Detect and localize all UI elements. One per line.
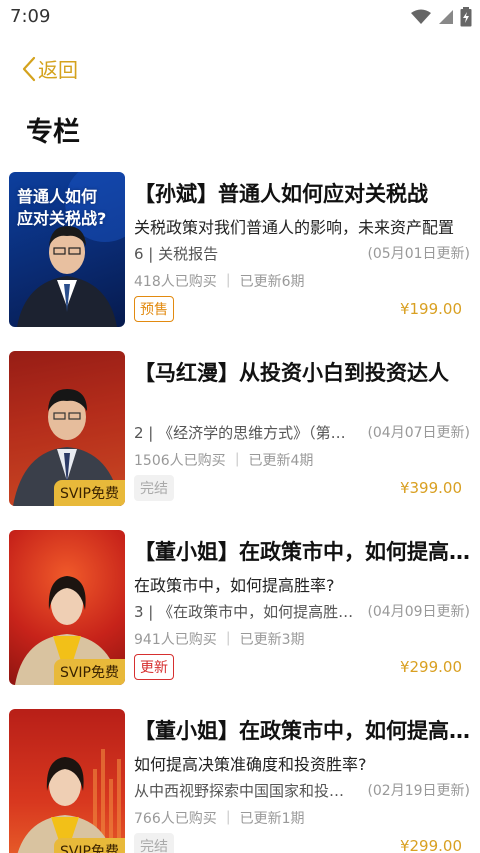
course-subtitle: 关税政策对我们普通人的影响，未来资产配置: [134, 218, 455, 237]
status-badge: 完结: [134, 475, 174, 501]
course-latest: 6 | 关税报告: [134, 245, 219, 263]
course-cover: 普通人如何 应对关税战?: [9, 172, 125, 327]
course-title: 【孙斌】普通人如何应对关税战: [134, 182, 428, 206]
course-update-date: (05月01日更新): [367, 246, 470, 262]
course-title: 【马红漫】从投资小白到投资达人: [134, 361, 449, 385]
battery-icon: [460, 7, 472, 27]
back-label: 返回: [38, 58, 78, 82]
course-card[interactable]: SVIP免费 【马红漫】从投资小白到投资达人 2 | 《经济学的思维方式》（第十…: [0, 349, 480, 528]
course-update-date: (04月07日更新): [367, 425, 470, 441]
svip-free-tag: SVIP免费: [53, 838, 125, 853]
course-card[interactable]: SVIP免费 【董小姐】在政策市中，如何提高胜率 在政策市中，如何提高胜率? 3…: [0, 528, 480, 707]
course-card[interactable]: SVIP免费 【董小姐】在政策市中，如何提高决策准确度 如何提高决策准确度和投资…: [0, 707, 480, 853]
course-latest: 3 | 《在政策市中，如何提高胜率》: [134, 603, 354, 621]
chevron-left-icon: [22, 56, 36, 81]
status-bar: 7:09: [0, 0, 480, 34]
course-subtitle: 如何提高决策准确度和投资胜率?: [134, 755, 367, 774]
course-price: ¥199.00: [399, 300, 462, 318]
page-title: 专栏: [26, 117, 80, 148]
course-latest: 从中西视野探索中国国家和投资机会: [134, 782, 354, 800]
course-stats: 941人已购买 ｜ 已更新3期: [134, 632, 305, 648]
course-price: ¥299.00: [399, 658, 462, 676]
svip-free-tag: SVIP免费: [53, 480, 125, 506]
status-badge: 更新: [134, 654, 174, 680]
course-stats: 1506人已购买 ｜ 已更新4期: [134, 453, 314, 469]
course-latest: 2 | 《经济学的思维方式》（第十三版）: [134, 424, 354, 442]
course-title: 【董小姐】在政策市中，如何提高胜率: [134, 540, 470, 564]
course-cover: SVIP免费: [9, 709, 125, 853]
wifi-icon: [411, 9, 431, 24]
course-stats: 418人已购买 ｜ 已更新6期: [134, 274, 305, 290]
course-subtitle: 在政策市中，如何提高胜率?: [134, 576, 335, 595]
course-cover: SVIP免费: [9, 351, 125, 506]
status-icons: [410, 7, 472, 27]
cover-text: 普通人如何 应对关税战?: [17, 187, 107, 228]
course-list: 普通人如何 应对关税战? 【孙斌】普通人如何应对关税战 关税政策对我们普通人的影响…: [0, 170, 480, 853]
course-update-date: (02月19日更新): [367, 783, 470, 799]
signal-icon: [439, 10, 453, 24]
status-badge: 预售: [134, 296, 174, 322]
status-time: 7:09: [10, 6, 51, 27]
course-stats: 766人已购买 ｜ 已更新1期: [134, 811, 305, 827]
course-title: 【董小姐】在政策市中，如何提高决策准确度: [134, 719, 470, 743]
back-button[interactable]: 返回: [22, 54, 78, 83]
status-badge: 完结: [134, 833, 174, 853]
course-card[interactable]: 普通人如何 应对关税战? 【孙斌】普通人如何应对关税战 关税政策对我们普通人的影响…: [0, 170, 480, 349]
course-price: ¥399.00: [399, 479, 462, 497]
svip-free-tag: SVIP免费: [53, 659, 125, 685]
course-price: ¥299.00: [399, 837, 462, 853]
course-update-date: (04月09日更新): [367, 604, 470, 620]
course-cover: SVIP免费: [9, 530, 125, 685]
presenter-illustration: [17, 749, 121, 853]
